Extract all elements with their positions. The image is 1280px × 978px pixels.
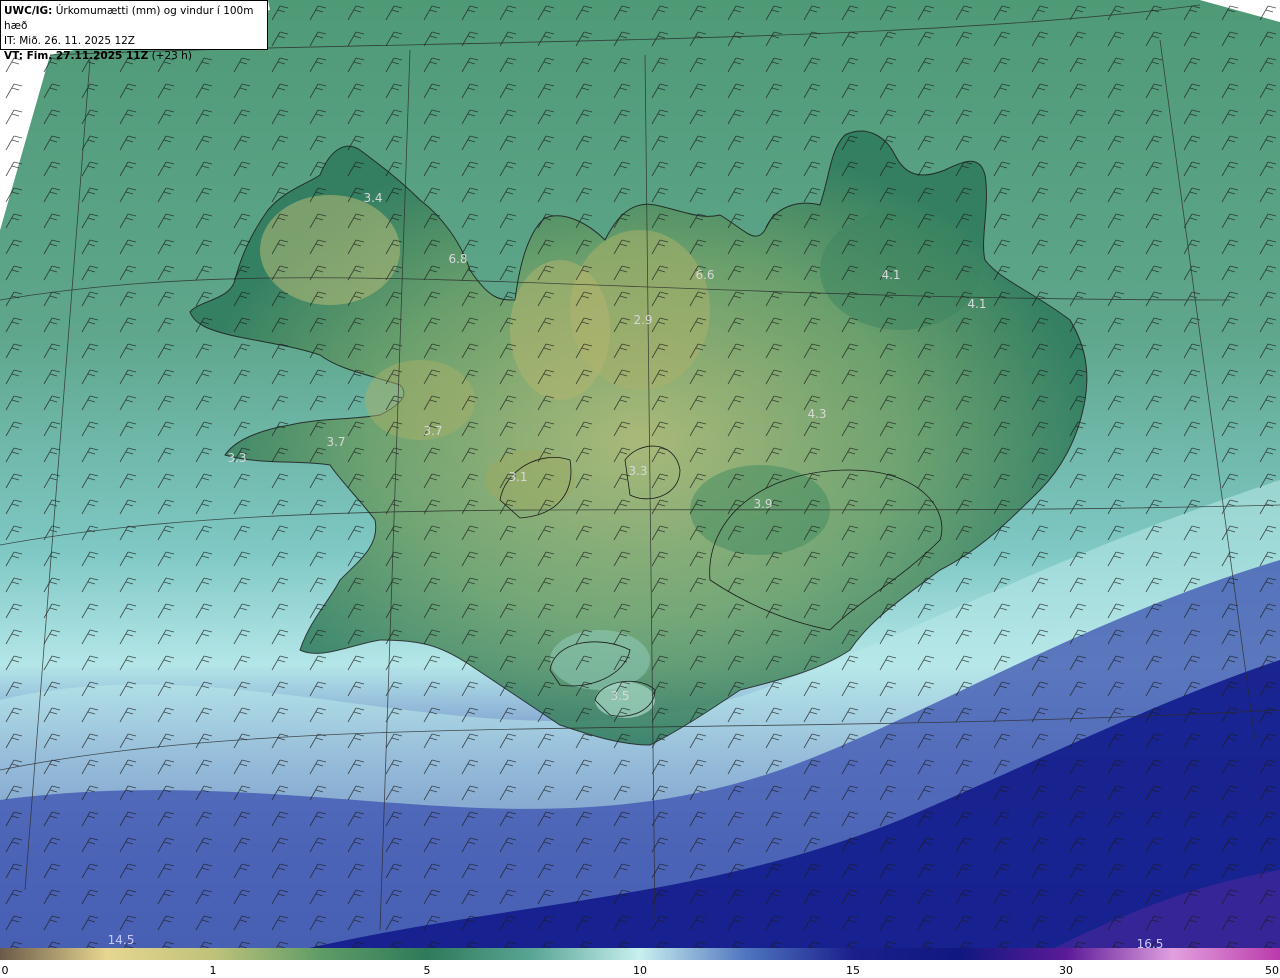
valid-time: VT: Fim. 27.11.2025 11Z [4,50,149,62]
colorbar: 0 1 5 10 15 30 50 [0,948,1280,978]
map-value-label: 3.7 [326,435,345,449]
map-value-label: 3.3 [628,464,647,478]
map-value-label: 3.9 [753,497,772,511]
map-value-label: 6.8 [448,252,467,266]
colorbar-tick: 0 [1,964,9,977]
map-value-label: 3.1 [508,470,527,484]
colorbar-tick: 30 [1059,964,1073,977]
colorbar-tick: 5 [423,964,431,977]
map-value-label: 2.9 [633,313,652,327]
map-value-label: 3.4 [363,191,382,205]
valid-offset: (+23 h) [151,50,192,62]
map-value-label: 4.1 [967,297,986,311]
map-value-label: 6.6 [695,268,714,282]
product-name: UWC/IG: [4,5,53,17]
colorbar-tick: 10 [633,964,647,977]
colorbar-tick: 1 [209,964,217,977]
colorbar-tick: 15 [846,964,860,977]
map-value-label: 3.7 [423,424,442,438]
precipitation-map: 3.4 6.8 6.6 2.9 4.1 4.1 4.3 3.3 3.7 3.7 3.1 3.3 3.9 3… [0,0,1280,950]
map-value-label: 3.5 [610,689,629,703]
map-value-label: 4.1 [881,268,900,282]
map-value-label: 14.5 [108,933,135,947]
map-value-label: 4.3 [807,407,826,421]
colorbar-strip [0,948,1280,960]
init-time: IT: Mið. 26. 11. 2025 12Z [4,35,135,47]
map-header: UWC/IG: Úrkomumætti (mm) og vindur í 100… [0,0,268,62]
map-value-label: 3.3 [227,451,246,465]
colorbar-tick: 50 [1265,964,1279,977]
